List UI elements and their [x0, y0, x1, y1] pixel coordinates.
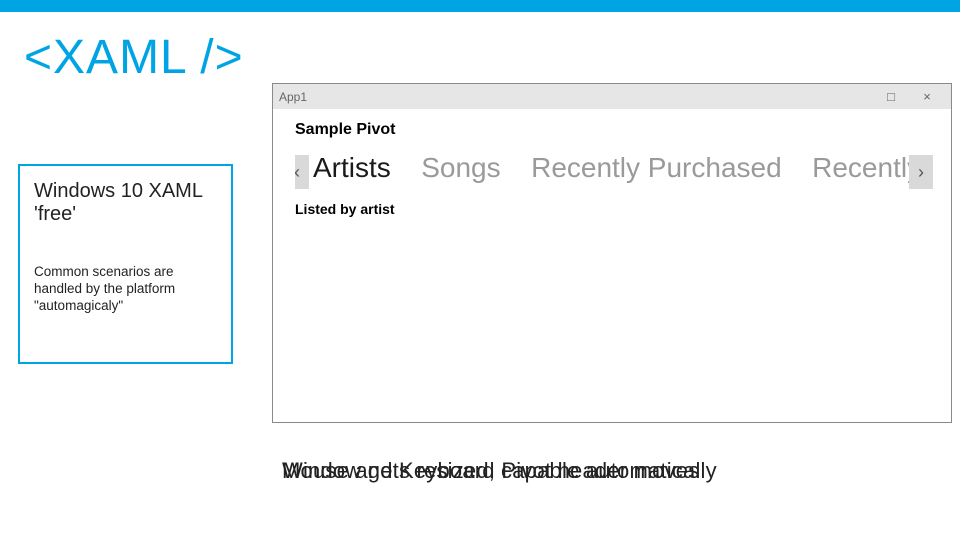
chevron-right-icon: ›: [918, 162, 924, 183]
pivot-item-recently-purchased[interactable]: Recently Purchased: [531, 153, 782, 184]
maximize-button[interactable]: □: [873, 89, 909, 104]
pivot-items: Artists Songs Recently Purchased Recentl…: [313, 153, 933, 184]
caption-layer-2: Mouse and Keyboard capable automatically: [282, 458, 717, 484]
close-button[interactable]: ×: [909, 89, 945, 104]
accent-bar: [0, 0, 960, 12]
page-heading: Sample Pivot: [295, 121, 933, 139]
pivot: ‹ Artists Songs Recently Purchased Recen…: [295, 153, 933, 197]
pivot-prev-button[interactable]: ‹: [295, 155, 309, 189]
card-title: Windows 10 XAML 'free': [34, 180, 217, 226]
titlebar: App1 □ ×: [273, 84, 951, 109]
card-body: Common scenarios are handled by the plat…: [34, 264, 217, 315]
app-window: App1 □ × Sample Pivot ‹ Artists Songs Re…: [272, 83, 952, 423]
chevron-left-icon: ‹: [295, 162, 300, 183]
pivot-next-button[interactable]: ›: [909, 155, 933, 189]
slide-title: <XAML />: [24, 30, 960, 85]
info-card: Windows 10 XAML 'free' Common scenarios …: [18, 164, 233, 364]
pivot-item-songs[interactable]: Songs: [421, 153, 500, 184]
app-content: Sample Pivot ‹ Artists Songs Recently Pu…: [273, 109, 951, 217]
subheading: Listed by artist: [295, 201, 933, 217]
app-name: App1: [279, 90, 873, 104]
pivot-item-artists[interactable]: Artists: [313, 153, 391, 184]
